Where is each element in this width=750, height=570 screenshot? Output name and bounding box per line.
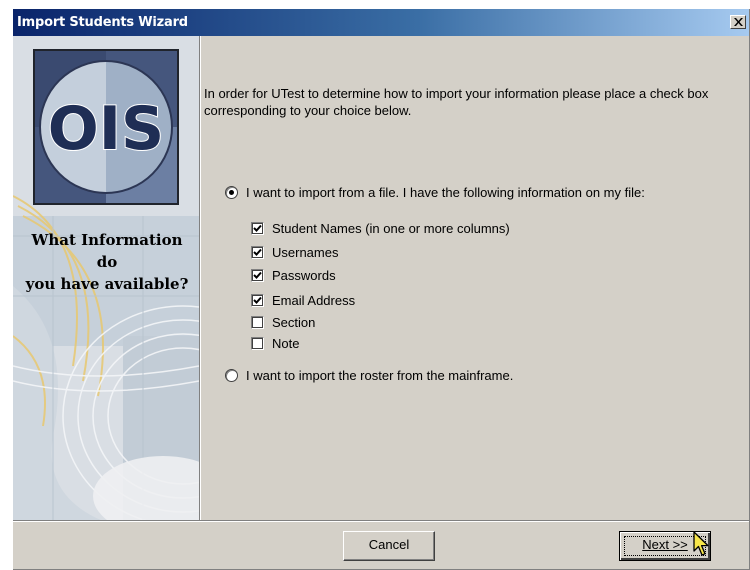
- checkbox-student-names-box[interactable]: [251, 222, 264, 235]
- checkbox-section[interactable]: Section: [251, 315, 315, 330]
- checkbox-note[interactable]: Note: [251, 336, 299, 351]
- ois-logo: OIS: [33, 49, 179, 205]
- side-panel-heading: What Information do you have available?: [19, 229, 195, 295]
- side-heading-line-2: you have available?: [25, 275, 189, 293]
- checkbox-note-label: Note: [272, 336, 300, 351]
- side-heading-line-1: What Information do: [31, 231, 183, 271]
- checkbox-passwords-box[interactable]: [251, 269, 264, 282]
- checkmark-icon: [253, 224, 262, 232]
- checkmark-icon: [253, 296, 262, 304]
- footer-divider: [13, 520, 749, 522]
- close-x-icon: [734, 18, 743, 26]
- next-button-label: Next >>: [642, 537, 688, 552]
- checkmark-icon: [253, 248, 262, 256]
- checkbox-student-names[interactable]: Student Names (in one or more columns): [251, 221, 510, 236]
- radio-import-file-label: I want to import from a file. I have the…: [246, 185, 645, 200]
- checkbox-passwords[interactable]: Passwords: [251, 268, 336, 283]
- checkbox-usernames-box[interactable]: [251, 246, 264, 259]
- checkbox-email-address-label: Email Address: [272, 293, 356, 308]
- checkbox-email-address[interactable]: Email Address: [251, 293, 355, 308]
- title-bar[interactable]: Import Students Wizard: [13, 9, 749, 36]
- side-panel-divider: [199, 36, 201, 521]
- checkbox-usernames[interactable]: Usernames: [251, 245, 338, 260]
- checkbox-section-label: Section: [272, 315, 316, 330]
- instructions-text: In order for UTest to determine how to i…: [204, 86, 709, 118]
- radio-import-mainframe[interactable]: [225, 369, 238, 382]
- logo-text: OIS: [48, 94, 165, 164]
- checkmark-icon: [253, 271, 262, 279]
- window-title: Import Students Wizard: [17, 15, 188, 30]
- checkbox-section-box[interactable]: [251, 316, 264, 329]
- wizard-side-panel: OIS What Information do you have availab…: [13, 36, 199, 521]
- radio-import-file[interactable]: [225, 186, 238, 199]
- radio-import-mainframe-label: I want to import the roster from the mai…: [246, 368, 514, 383]
- mouse-pointer-icon: [693, 531, 709, 556]
- cancel-button[interactable]: Cancel: [343, 531, 435, 561]
- cancel-button-label: Cancel: [368, 537, 410, 552]
- radio-option-import-file[interactable]: I want to import from a file. I have the…: [225, 185, 645, 200]
- radio-option-import-mainframe[interactable]: I want to import the roster from the mai…: [225, 368, 513, 383]
- checkbox-usernames-label: Usernames: [272, 245, 339, 260]
- checkbox-note-box[interactable]: [251, 337, 264, 350]
- close-button[interactable]: [730, 15, 746, 29]
- checkbox-student-names-label: Student Names (in one or more columns): [272, 221, 510, 236]
- checkbox-passwords-label: Passwords: [272, 268, 336, 283]
- ois-logo-graphic: OIS: [35, 51, 177, 203]
- checkbox-email-address-box[interactable]: [251, 294, 264, 307]
